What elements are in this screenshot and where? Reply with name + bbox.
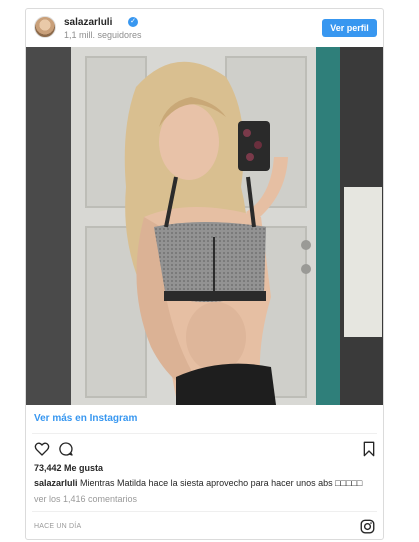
- view-more-on-instagram-link[interactable]: Ver más en Instagram: [34, 413, 137, 424]
- action-bar: [34, 441, 377, 457]
- timestamp: HACE UN DÍA: [34, 523, 82, 530]
- caption-text: Mientras Matilda hace la siesta aprovech…: [77, 478, 363, 488]
- instagram-embed-card: salazarluli ✓ 1,1 mill. seguidores Ver p…: [25, 8, 384, 540]
- comment-icon[interactable]: [58, 441, 74, 457]
- avatar[interactable]: [34, 16, 56, 38]
- mirror-selfie-photo: [26, 47, 383, 405]
- followers-count: 1,1 mill. seguidores: [64, 30, 142, 40]
- verified-badge-icon: ✓: [128, 17, 138, 27]
- divider: [32, 511, 377, 512]
- view-comments-link[interactable]: ver los 1,416 comentarios: [34, 494, 137, 504]
- instagram-logo-icon[interactable]: [360, 519, 375, 534]
- divider: [32, 433, 377, 434]
- caption-username[interactable]: salazarluli: [34, 478, 78, 488]
- bookmark-icon[interactable]: [361, 441, 377, 457]
- heart-icon[interactable]: [34, 441, 50, 457]
- post-photo[interactable]: [26, 47, 383, 405]
- caption: salazarluli Mientras Matilda hace la sie…: [34, 478, 362, 488]
- likes-count[interactable]: 73,442 Me gusta: [34, 463, 103, 473]
- view-profile-button[interactable]: Ver perfil: [322, 19, 377, 37]
- username[interactable]: salazarluli: [64, 17, 112, 28]
- post-header: salazarluli ✓ 1,1 mill. seguidores Ver p…: [26, 9, 383, 47]
